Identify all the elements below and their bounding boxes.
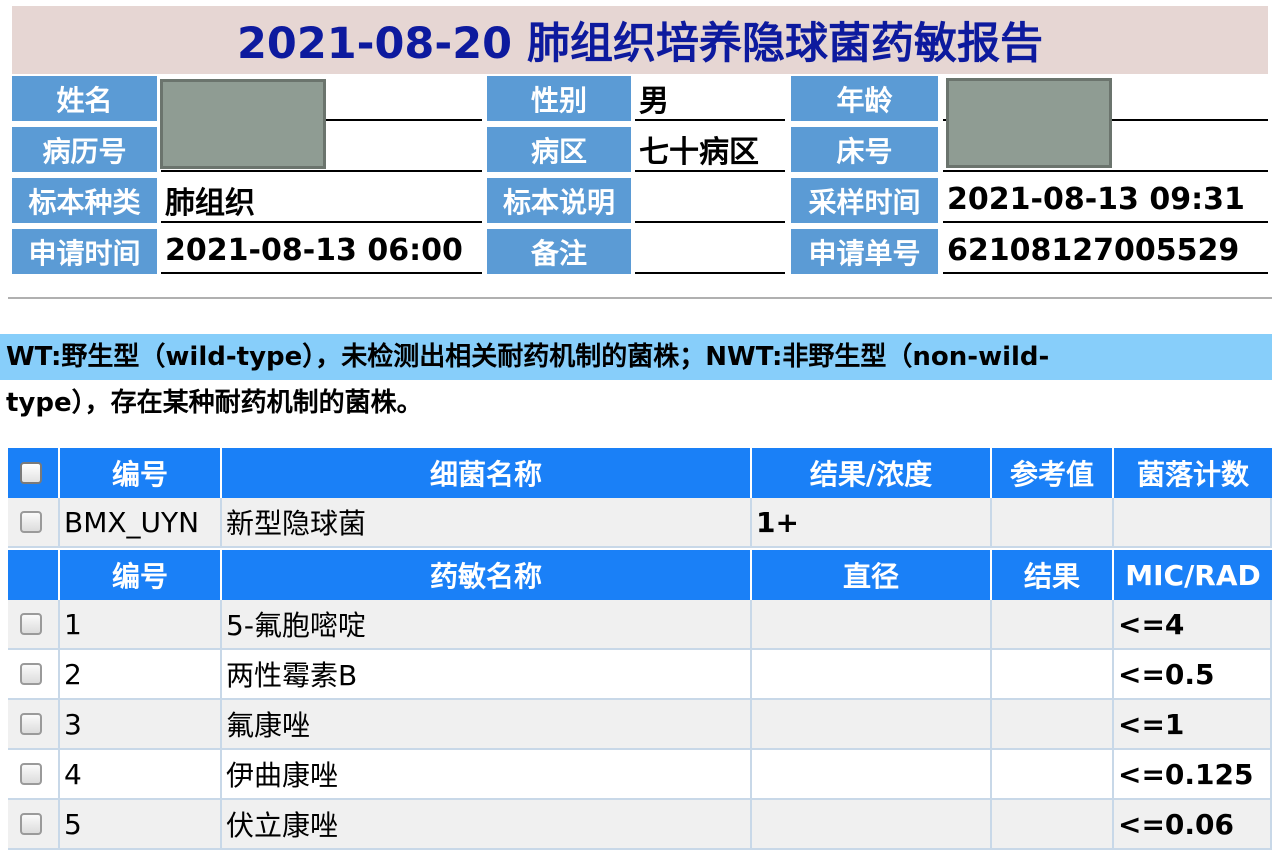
bed-label: 床号	[791, 127, 938, 172]
drug-col-diameter-header: 直径	[752, 550, 992, 600]
sample-time-label: 采样时间	[791, 178, 938, 223]
drug-col-result-header: 结果	[992, 550, 1114, 600]
drug-result	[992, 650, 1114, 700]
remark-label: 备注	[487, 229, 631, 274]
drug-result	[992, 750, 1114, 800]
ward-value: 七十病区	[635, 127, 785, 172]
row-select-cell	[8, 800, 60, 850]
drug-name-link[interactable]: 5-氟胞嘧啶	[222, 600, 752, 650]
select-all-cell	[8, 448, 60, 498]
specimen-note-value	[635, 178, 785, 223]
row-select-cell	[8, 750, 60, 800]
specimen-note-label: 标本说明	[487, 178, 631, 223]
drug-mic: <=0.06	[1114, 800, 1272, 850]
request-no-label: 申请单号	[791, 229, 938, 274]
redacted-age-block	[946, 78, 1112, 168]
drug-id: 4	[60, 750, 222, 800]
drug-mic: <=1	[1114, 700, 1272, 750]
row-checkbox[interactable]	[20, 663, 42, 685]
request-no-value: 62108127005529	[943, 229, 1268, 274]
report-title-bar: 2021-08-20 肺组织培养隐球菌药敏报告	[12, 6, 1268, 74]
drug-name-link[interactable]: 氟康唑	[222, 700, 752, 750]
drug-col-id-header: 编号	[60, 550, 222, 600]
drug-col-mic-header: MIC/RAD	[1114, 550, 1272, 600]
bacteria-colony-count	[1114, 498, 1272, 548]
request-time-label: 申请时间	[12, 229, 157, 274]
bacteria-reference	[992, 498, 1114, 548]
col-bacteria-name-header: 细菌名称	[222, 448, 752, 498]
name-label: 姓名	[12, 76, 157, 121]
col-colony-count-header: 菌落计数	[1114, 448, 1272, 498]
row-checkbox[interactable]	[20, 813, 42, 835]
drug-result	[992, 700, 1114, 750]
divider	[8, 297, 1272, 299]
row-checkbox[interactable]	[20, 763, 42, 785]
report-title: 2021-08-20 肺组织培养隐球菌药敏报告	[236, 19, 1044, 69]
drug-select-header	[8, 550, 60, 600]
drug-diameter	[752, 700, 992, 750]
drug-mic: <=4	[1114, 600, 1272, 650]
bacteria-id: BMX_UYN	[60, 498, 222, 548]
drug-result	[992, 800, 1114, 850]
legend-line-2: type），存在某种耐药机制的菌株。	[6, 388, 423, 418]
row-select-cell	[8, 700, 60, 750]
drug-id: 1	[60, 600, 222, 650]
redacted-name-block	[160, 79, 326, 169]
drug-id: 5	[60, 800, 222, 850]
row-checkbox[interactable]	[20, 511, 42, 533]
sample-time-value: 2021-08-13 09:31	[943, 178, 1268, 223]
drug-name-link[interactable]: 两性霉素B	[222, 650, 752, 700]
bacteria-result: 1+	[752, 498, 992, 548]
drug-diameter	[752, 600, 992, 650]
legend-line-1: WT:野生型（wild-type），未检测出相关耐药机制的菌株；NWT:非野生型…	[0, 334, 1272, 380]
drug-result	[992, 600, 1114, 650]
drug-diameter	[752, 650, 992, 700]
drug-mic: <=0.5	[1114, 650, 1272, 700]
request-time-value: 2021-08-13 06:00	[161, 229, 482, 274]
drug-name-link[interactable]: 伊曲康唑	[222, 750, 752, 800]
gender-label: 性别	[487, 76, 631, 121]
row-checkbox[interactable]	[20, 713, 42, 735]
drug-diameter	[752, 750, 992, 800]
row-select-cell	[8, 650, 60, 700]
drug-col-name-header: 药敏名称	[222, 550, 752, 600]
drug-name-link[interactable]: 伏立康唑	[222, 800, 752, 850]
drug-id: 3	[60, 700, 222, 750]
ward-label: 病区	[487, 127, 631, 172]
bacteria-name-link[interactable]: 新型隐球菌	[222, 498, 752, 548]
col-result-header: 结果/浓度	[752, 448, 992, 498]
drug-id: 2	[60, 650, 222, 700]
row-select-cell	[8, 498, 60, 548]
row-checkbox[interactable]	[20, 613, 42, 635]
drug-mic: <=0.125	[1114, 750, 1272, 800]
gender-value: 男	[635, 76, 785, 121]
wt-nwt-legend: WT:野生型（wild-type），未检测出相关耐药机制的菌株；NWT:非野生型…	[0, 334, 1272, 427]
drug-diameter	[752, 800, 992, 850]
age-label: 年龄	[791, 76, 938, 121]
row-select-cell	[8, 600, 60, 650]
specimen-type-label: 标本种类	[12, 178, 157, 223]
select-all-checkbox[interactable]	[20, 462, 42, 484]
record-label: 病历号	[12, 127, 157, 172]
col-id-header: 编号	[60, 448, 222, 498]
specimen-type-value: 肺组织	[161, 178, 482, 223]
remark-value	[635, 229, 785, 274]
col-reference-header: 参考值	[992, 448, 1114, 498]
